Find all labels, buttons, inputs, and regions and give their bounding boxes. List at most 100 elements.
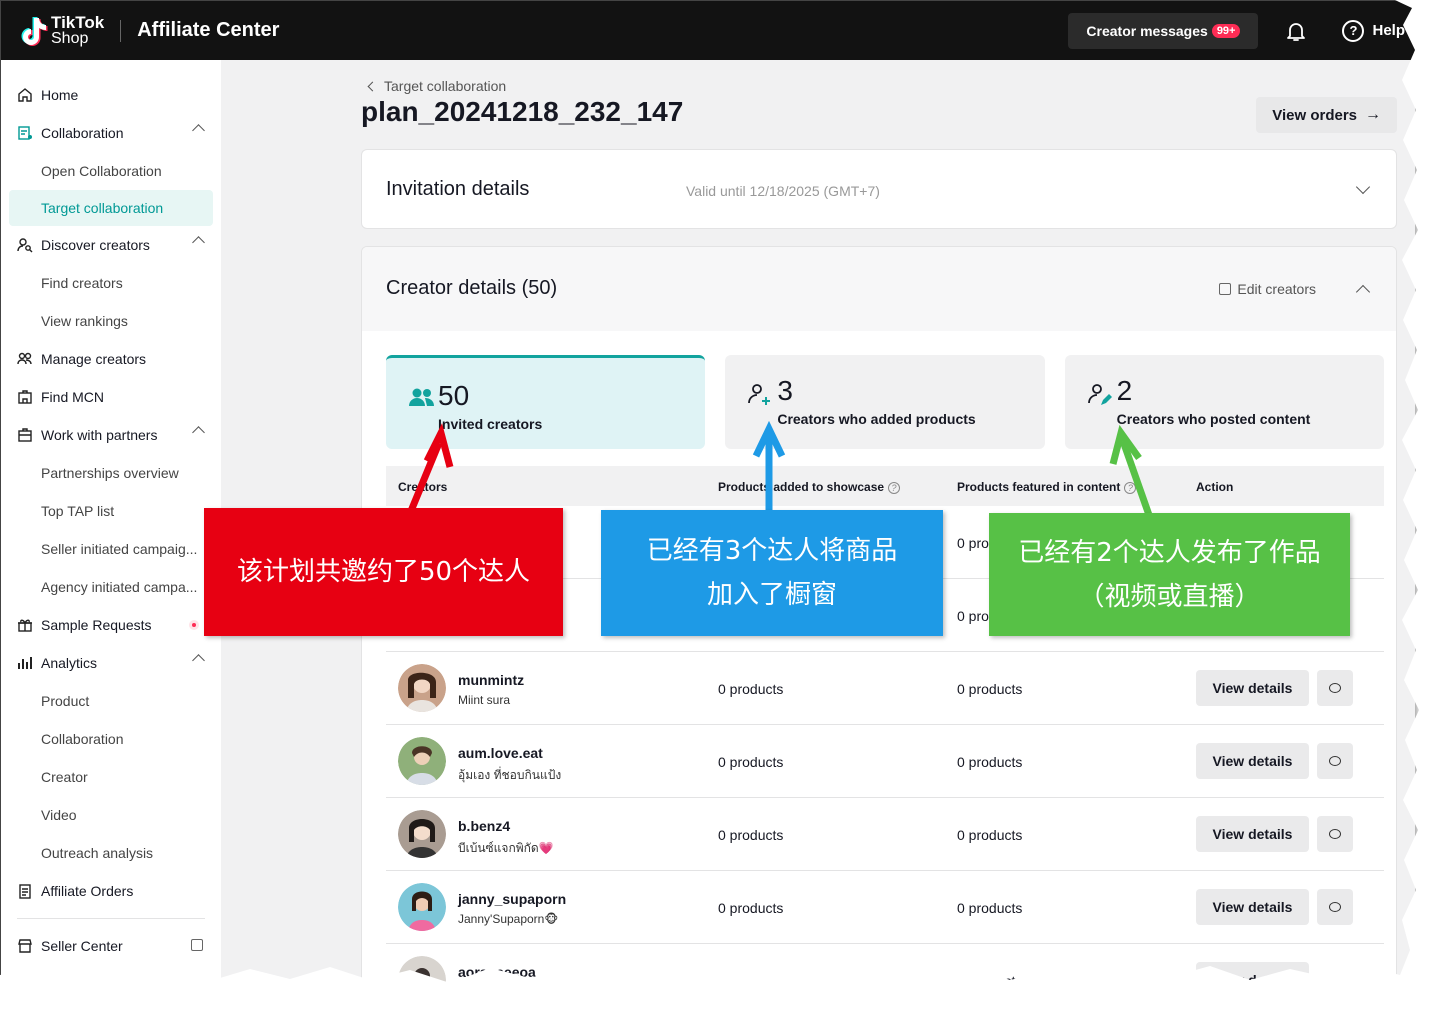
annotation-blue: 已经有3个达人将商品 加入了橱窗	[601, 510, 943, 636]
external-link-icon	[191, 939, 203, 951]
logo-divider	[120, 19, 122, 42]
chevron-up-icon[interactable]	[1355, 284, 1371, 300]
sidebar-item-label: Open Collaboration	[41, 163, 162, 179]
table-row: munmintz Miint sura 0 products 0 product…	[386, 652, 1384, 725]
help-circle-icon[interactable]: ?	[1124, 482, 1137, 494]
avatar[interactable]	[398, 956, 446, 985]
view-details-button[interactable]: View details	[1196, 889, 1309, 925]
sidebar-item-label: Video	[41, 807, 77, 823]
sidebar-item-seller-initiated[interactable]: Seller initiated campaig...	[1, 530, 221, 568]
view-orders-button[interactable]: View orders →	[1256, 97, 1397, 133]
stat-label: Creators who added products	[777, 411, 976, 427]
chevron-up-icon	[192, 426, 205, 439]
invitation-details-title: Invitation details	[386, 178, 530, 200]
sidebar-divider	[17, 918, 205, 919]
sidebar-item-discover-creators[interactable]: Discover creators	[1, 226, 221, 264]
sidebar-item-open-collaboration[interactable]: Open Collaboration	[1, 152, 221, 190]
sidebar-item-label: Discover creators	[41, 237, 150, 253]
user-add-icon	[748, 384, 771, 405]
sidebar-item-agency-initiated[interactable]: Agency initiated campa...	[1, 568, 221, 606]
creator-username[interactable]: aoraueeeoa	[458, 964, 536, 980]
chevron-up-icon	[192, 124, 205, 137]
message-button[interactable]	[1317, 743, 1353, 779]
avatar[interactable]	[398, 664, 446, 712]
stat-number: 2	[1116, 375, 1133, 406]
avatar[interactable]	[398, 883, 446, 931]
message-button[interactable]	[1317, 889, 1353, 925]
col-showcase: Products added to showcase?	[718, 480, 901, 494]
annotation-red: 该计划共邀约了50个达人	[204, 508, 563, 636]
sidebar-item-label: Affiliate Orders	[41, 883, 134, 899]
avatar[interactable]	[398, 737, 446, 785]
table-header: Creators Products added to showcase? Pro…	[386, 466, 1384, 506]
sidebar-item-find-creators[interactable]: Find creators	[1, 264, 221, 302]
message-button[interactable]	[1317, 670, 1353, 706]
stat-invited-creators[interactable]: 50 Invited creators	[386, 355, 706, 449]
stat-number: 3	[777, 375, 793, 406]
sidebar-item-home[interactable]: Home	[1, 76, 221, 114]
help-button[interactable]: ? Help	[1342, 19, 1405, 42]
sidebar-item-partnerships-overview[interactable]: Partnerships overview	[1, 454, 221, 492]
col-creators: Creators	[398, 480, 448, 494]
sidebar-item-work-with-partners[interactable]: Work with partners	[1, 416, 221, 454]
sidebar-item-top-tap-list[interactable]: Top TAP list	[1, 492, 221, 530]
sidebar-item-creator[interactable]: Creator	[1, 758, 221, 796]
page-title: plan_20241218_232_147	[361, 96, 684, 127]
sidebar-item-analytics[interactable]: Analytics	[1, 644, 221, 682]
help-circle-icon[interactable]: ?	[888, 482, 901, 494]
avatar[interactable]	[398, 810, 446, 858]
breadcrumb[interactable]: Target collaboration	[367, 78, 506, 94]
users-icon	[17, 352, 32, 365]
sidebar-item-label: Manage creators	[41, 351, 147, 367]
annotation-text: 已经有2个达人发布了作品	[1018, 537, 1321, 568]
creator-nickname: Miint sura	[458, 693, 511, 707]
invitation-details-card[interactable]: Invitation details Valid until 12/18/202…	[361, 149, 1397, 229]
sidebar-item-collaboration[interactable]: Collaboration	[1, 114, 221, 152]
tiktok-shop-logo[interactable]: TikTok Shop	[15, 14, 104, 48]
creator-username[interactable]: b.benz4	[458, 818, 510, 834]
message-button[interactable]	[1317, 816, 1353, 852]
table-row: janny_supaporn Janny'Supaporn🐵 0 product…	[386, 871, 1384, 944]
sidebar-item-seller-center[interactable]: Seller Center	[1, 927, 221, 965]
sidebar-item-sample-requests[interactable]: Sample Requests	[1, 606, 221, 644]
sidebar-item-label: Seller initiated campaig...	[41, 541, 198, 557]
view-details-button[interactable]: View details	[1196, 962, 1309, 985]
stat-added-products[interactable]: 3 Creators who added products	[725, 355, 1045, 449]
sidebar-item-outreach-analysis[interactable]: Outreach analysis	[1, 834, 221, 872]
chevron-up-icon	[192, 654, 205, 667]
creator-messages-label: Creator messages	[1086, 22, 1208, 39]
sidebar-item-product[interactable]: Product	[1, 682, 221, 720]
bell-icon[interactable]	[1284, 19, 1308, 43]
sidebar-item-affiliate-orders[interactable]: Affiliate Orders	[1, 872, 221, 910]
creator-username[interactable]: munmintz	[458, 672, 524, 688]
sidebar-item-manage-creators[interactable]: Manage creators	[1, 340, 221, 378]
annotation-text: 加入了橱窗	[706, 580, 837, 610]
creator-username[interactable]: janny_supaporn	[458, 891, 566, 907]
chevron-left-icon	[367, 81, 378, 91]
annotation-text: 已经有3个达人将商品	[646, 536, 898, 566]
sidebar-item-view-rankings[interactable]: View rankings	[1, 302, 221, 340]
sidebar-item-label: Sample Requests	[41, 617, 152, 633]
sidebar-item-video[interactable]: Video	[1, 796, 221, 834]
edit-creators-button[interactable]: Edit creators	[1219, 281, 1316, 297]
stat-posted-content[interactable]: 2 Creators who posted content	[1064, 355, 1384, 449]
sidebar-item-find-mcn[interactable]: Find MCN	[1, 378, 221, 416]
chevron-down-icon[interactable]	[1355, 179, 1371, 195]
view-details-button[interactable]: View details	[1196, 816, 1309, 852]
view-orders-label: View orders	[1272, 106, 1357, 124]
col-featured: Products featured in content?	[957, 480, 1137, 494]
sidebar-item-label: Agency initiated campa...	[41, 579, 198, 595]
annotation-green: 已经有2个达人发布了作品 （视频或直播）	[989, 513, 1350, 636]
sidebar-item-analytics-collaboration[interactable]: Collaboration	[1, 720, 221, 758]
showcase-count: 0 products	[718, 973, 784, 985]
featured-count: 0 products	[957, 754, 1023, 770]
creator-details-header: Creator details (50) Edit creators	[362, 247, 1396, 331]
sidebar-item-label: Collaboration	[41, 125, 124, 141]
stat-label: Creators who posted content	[1116, 411, 1311, 427]
creator-username[interactable]: aum.love.eat	[458, 745, 543, 761]
sidebar-item-target-collaboration[interactable]: Target collaboration	[9, 190, 213, 226]
view-details-button[interactable]: View details	[1196, 743, 1309, 779]
chat-icon	[1329, 756, 1341, 766]
view-details-button[interactable]: View details	[1196, 670, 1309, 706]
creator-messages-button[interactable]: Creator messages 99+	[1068, 12, 1259, 49]
